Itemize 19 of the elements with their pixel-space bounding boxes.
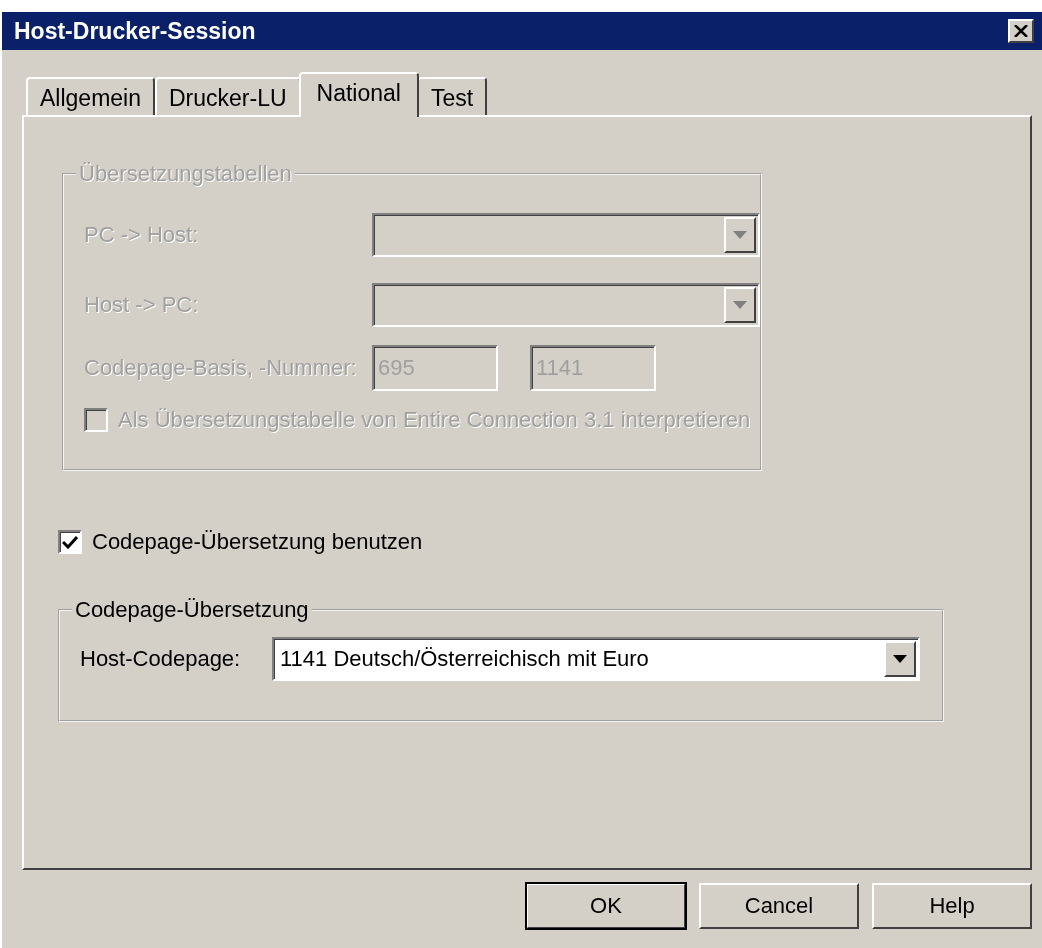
checkmark-icon	[62, 535, 78, 549]
dropdown-field[interactable]: 1141 Deutsch/Österreichisch mit Euro	[272, 637, 920, 681]
checkbox-label: Codepage-Übersetzung benutzen	[92, 529, 423, 555]
field-label: Host-Codepage:	[80, 646, 242, 672]
group-title: Codepage-Übersetzung	[74, 597, 310, 623]
dropdown-arrow-icon	[733, 231, 747, 239]
checkbox[interactable]	[58, 530, 82, 554]
tab[interactable]: Drucker-LU	[155, 77, 301, 117]
dropdown-value: 1141 Deutsch/Österreichisch mit Euro	[280, 646, 649, 672]
tab[interactable]: National	[298, 72, 419, 117]
close-button[interactable]	[1008, 19, 1034, 43]
dialog-button[interactable]: OK	[526, 883, 686, 929]
dropdown-arrow-icon	[893, 655, 907, 663]
window-title: Host-Drucker-Session	[14, 17, 256, 45]
close-icon	[1014, 25, 1028, 37]
dropdown-arrow-icon	[733, 301, 747, 309]
dialog-button[interactable]: Cancel	[699, 883, 859, 929]
dialog-button[interactable]: Help	[872, 883, 1032, 929]
tab[interactable]: Allgemein	[26, 77, 155, 117]
